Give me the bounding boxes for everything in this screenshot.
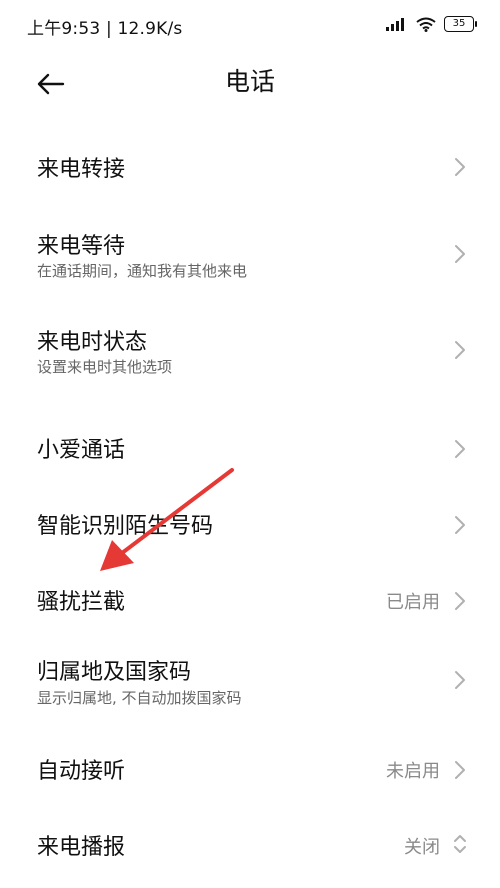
row-title: 骚扰拦截 [37,590,126,615]
settings-row-caller-announcement[interactable]: 来电播报 关闭 [0,808,500,880]
chevron-right-icon [455,341,465,359]
row-subtitle: 在通话期间，通知我有其他来电 [37,262,248,280]
row-title: 小爱通话 [37,438,126,463]
settings-list: 来电转接 来电等待 在通话期间，通知我有其他来电 来电时状态 设置来电时其他选项… [0,118,500,880]
row-title: 归属地及国家码 [37,660,192,685]
row-title: 来电播报 [37,835,126,860]
row-title: 来电等待 [37,234,126,259]
chevron-right-icon [455,671,465,689]
battery-icon: 35 [444,16,477,32]
settings-row-call-waiting[interactable]: 来电等待 在通话期间，通知我有其他来电 [0,216,500,312]
settings-row-call-forwarding[interactable]: 来电转接 [0,118,500,216]
settings-row-spam-blocking[interactable]: 骚扰拦截 已启用 [0,560,500,636]
settings-row-xiaoai-call[interactable]: 小爱通话 [0,408,500,484]
row-title: 来电时状态 [37,330,148,355]
status-icons: 35 [386,16,477,32]
row-title: 自动接听 [37,759,126,784]
chevron-right-icon [455,245,465,263]
chevron-right-icon [455,516,465,534]
row-title: 智能识别陌生号码 [37,514,214,539]
wifi-icon [416,17,436,32]
settings-row-auto-answer[interactable]: 自动接听 未启用 [0,732,500,808]
chevron-right-icon [455,761,465,779]
battery-level: 35 [452,18,466,29]
top-app-bar: 电话 [0,50,500,106]
row-value: 关闭 [404,837,440,858]
status-bar: 上午9:53 | 12.9K/s 35 [0,0,500,50]
settings-row-identify-unknown-numbers[interactable]: 智能识别陌生号码 [0,484,500,560]
chevron-right-icon [455,158,465,176]
row-subtitle: 显示归属地, 不自动加拨国家码 [37,689,242,707]
row-value: 未启用 [386,761,440,782]
chevron-right-icon [455,440,465,458]
page-title: 电话 [224,67,275,96]
row-value: 已启用 [386,592,440,613]
row-subtitle: 设置来电时其他选项 [37,358,173,376]
settings-row-incoming-call-status[interactable]: 来电时状态 设置来电时其他选项 [0,312,500,408]
status-time-speed: 上午9:53 | 12.9K/s [27,19,183,39]
signal-icon [386,18,404,31]
settings-row-location-country-code[interactable]: 归属地及国家码 显示归属地, 不自动加拨国家码 [0,636,500,732]
row-title: 来电转接 [37,157,126,182]
chevron-right-icon [455,592,465,610]
up-down-chevron-icon [454,835,466,853]
